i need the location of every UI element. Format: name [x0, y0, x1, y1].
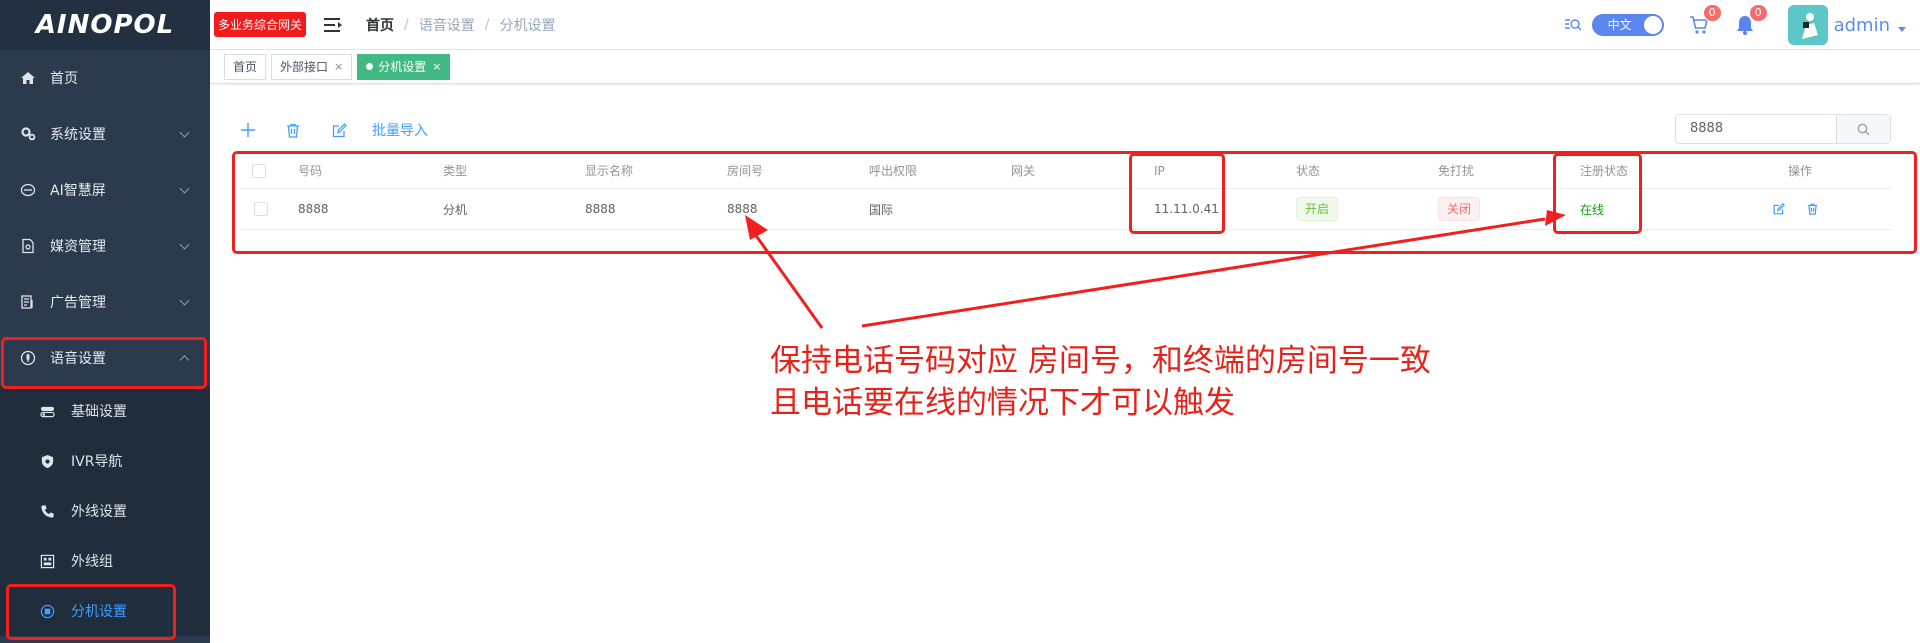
- app-root: AINOPOL 首页 系统设置 AI智慧屏 媒资管理 广告管理 语音设置 基础设…: [0, 0, 1920, 643]
- annotation-arrows: [745, 210, 1566, 329]
- arrow-head: [1545, 210, 1566, 226]
- annotation-text: 保持电话号码对应 房间号，和终端的房间号一致 且电话要在线的情况下才可以触发: [770, 340, 1431, 424]
- arrow-head: [745, 215, 768, 240]
- arrow-to-room: [750, 229, 824, 329]
- annotation-line: 保持电话号码对应 房间号，和终端的房间号一致: [770, 343, 1431, 379]
- arrow-to-reg-status: [861, 217, 1546, 328]
- annotation-line: 且电话要在线的情况下才可以触发: [770, 385, 1235, 421]
